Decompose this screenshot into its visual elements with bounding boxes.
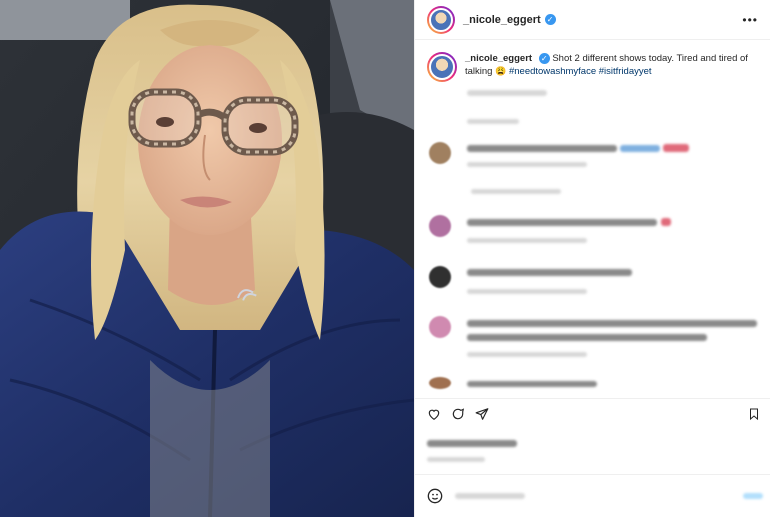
comment-text-blurred <box>467 269 632 276</box>
comment-text-blurred <box>467 381 597 387</box>
comment-emoji-blurred <box>663 144 689 152</box>
hashtag-link[interactable]: #isitfridayyet <box>599 66 652 77</box>
tired-face-emoji: 😩 <box>495 66 507 76</box>
post-caption: _nicole_eggert ✓ Shot 2 different shows … <box>415 40 770 82</box>
comment-text-blurred <box>467 320 757 327</box>
caption-avatar[interactable] <box>427 52 457 82</box>
comment-avatar[interactable] <box>429 215 451 237</box>
comment-text-blurred <box>467 219 657 226</box>
comment-icon[interactable] <box>451 407 465 421</box>
post-side-panel: _nicole_eggert ✓ ••• _nicole_eggert ✓ Sh… <box>414 0 770 517</box>
view-replies-blurred[interactable] <box>471 189 561 194</box>
comment-emoji-blurred <box>661 218 671 226</box>
selfie-image <box>0 0 414 517</box>
translation-link-blurred <box>467 119 519 124</box>
post-header: _nicole_eggert ✓ ••• <box>415 0 770 40</box>
comment-box-divider <box>415 474 770 475</box>
comment-meta-blurred <box>467 162 587 167</box>
comment-meta-blurred <box>467 238 587 243</box>
verified-badge-icon: ✓ <box>544 14 556 25</box>
action-bar <box>427 407 489 421</box>
smiley-icon[interactable] <box>427 488 443 504</box>
actions-divider <box>415 398 770 399</box>
share-icon[interactable] <box>475 407 489 421</box>
comment-input-placeholder-blurred[interactable] <box>455 493 525 499</box>
caption-text: _nicole_eggert ✓ Shot 2 different shows … <box>465 52 758 82</box>
add-comment-row <box>427 488 763 504</box>
comment-text-blurred <box>620 145 660 152</box>
comment-avatar[interactable] <box>429 377 451 389</box>
post-date-blurred <box>427 457 485 462</box>
comment-meta-blurred <box>467 352 587 357</box>
bookmark-icon[interactable] <box>748 407 760 421</box>
comment-avatar[interactable] <box>429 142 451 164</box>
comment-text-blurred <box>467 334 707 341</box>
comment-text-blurred <box>467 145 617 152</box>
caption-meta-blurred <box>467 90 547 96</box>
heart-icon[interactable] <box>427 407 441 421</box>
comment-meta-blurred <box>467 289 587 294</box>
author-avatar[interactable] <box>427 5 455 34</box>
more-options-icon[interactable]: ••• <box>742 13 758 27</box>
comment-avatar[interactable] <box>429 266 451 288</box>
post-photo[interactable] <box>0 0 414 517</box>
caption-username[interactable]: _nicole_eggert <box>465 53 532 64</box>
caption-verified-icon: ✓ <box>538 52 550 64</box>
author-username[interactable]: _nicole_eggert <box>463 14 541 26</box>
hashtag-link[interactable]: #needtowashmyface <box>509 66 596 77</box>
post-button-blurred[interactable] <box>743 493 763 499</box>
comment-avatar[interactable] <box>429 316 451 338</box>
likes-count-blurred[interactable] <box>427 440 517 447</box>
